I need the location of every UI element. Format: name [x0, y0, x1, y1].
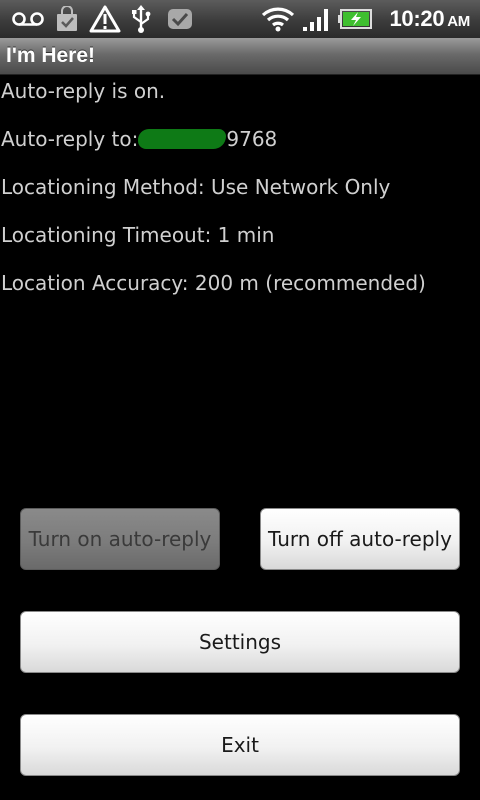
auto-reply-to-label: Auto-reply to: — [1, 127, 139, 151]
redacted-number — [138, 129, 227, 149]
shopping-bag-icon — [52, 0, 82, 38]
status-bar: 10:20 AM — [0, 0, 480, 38]
usb-icon — [126, 0, 156, 38]
turn-on-auto-reply-button[interactable]: Turn on auto-reply — [20, 508, 220, 570]
warning-icon — [88, 0, 122, 38]
wifi-icon — [260, 0, 296, 38]
signal-icon — [300, 0, 334, 38]
status-time: 10:20 AM — [389, 6, 470, 31]
locationing-method: Locationing Method: Use Network Only — [1, 175, 391, 199]
turn-off-auto-reply-button[interactable]: Turn off auto-reply — [260, 508, 460, 570]
auto-reply-to: Auto-reply to: 9768 — [1, 126, 277, 152]
location-accuracy: Location Accuracy: 200 m (recommended) — [1, 271, 426, 295]
locationing-timeout: Locationing Timeout: 1 min — [1, 223, 275, 247]
battery-charging-icon — [336, 0, 376, 38]
phone-suffix: 9768 — [226, 127, 278, 151]
settings-button[interactable]: Settings — [20, 611, 460, 673]
exit-button[interactable]: Exit — [20, 714, 460, 776]
auto-reply-status: Auto-reply is on. — [1, 79, 166, 103]
voicemail-icon — [8, 0, 48, 38]
app-title-bar: I'm Here! — [0, 38, 480, 75]
app-title: I'm Here! — [6, 44, 96, 67]
shield-check-icon — [164, 0, 196, 38]
